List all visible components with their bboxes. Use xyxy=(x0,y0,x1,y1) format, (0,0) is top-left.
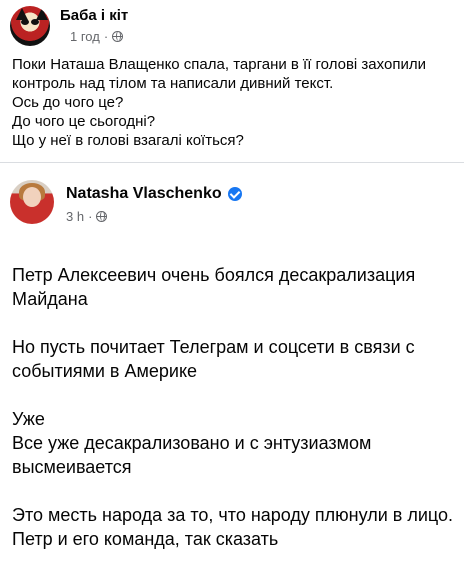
meta-separator: · xyxy=(103,29,109,44)
globe-icon[interactable] xyxy=(112,31,124,42)
outer-post-line: Що у неї в голові взагалі коїться? xyxy=(12,132,244,149)
outer-post-line: Ось до чого це? xyxy=(12,94,124,111)
outer-post-header: Баба і кіт 1 год · xyxy=(10,6,450,46)
shared-author-label[interactable]: Natasha Vlaschenko xyxy=(66,185,222,203)
cat-ear xyxy=(36,8,48,20)
meta-separator: · xyxy=(88,209,93,224)
cat-mouth xyxy=(24,30,36,38)
shared-post-meta: 3 h · xyxy=(66,209,108,224)
globe-icon[interactable] xyxy=(96,211,108,222)
shared-post-paragraph: Петр Алексеевич очень боялся десакрализа… xyxy=(12,265,416,309)
outer-post-meta: 1 год · xyxy=(70,29,124,44)
outer-post-line: До чого це сьогодні? xyxy=(12,113,156,130)
shared-post-paragraph: Но пусть почитает Телеграм и соцсети в с… xyxy=(12,337,415,381)
shared-post-card[interactable]: Natasha Vlaschenko 3 h · Петр Алексеевич… xyxy=(0,162,464,549)
shared-post-paragraph: Это месть народа за то, что народу плюну… xyxy=(12,505,454,549)
shared-post-timestamp[interactable]: 3 h xyxy=(66,209,84,224)
page-avatar[interactable] xyxy=(10,6,50,46)
post-timestamp[interactable]: 1 год xyxy=(70,29,100,44)
author-avatar[interactable] xyxy=(10,180,54,224)
shared-post-text: Петр Алексеевич очень боялся десакрализа… xyxy=(12,263,460,575)
shared-post-paragraph: Уже Все уже десакрализовано и с энтузиаз… xyxy=(12,409,372,477)
cat-eye xyxy=(21,19,29,25)
shared-author-name[interactable]: Natasha Vlaschenko xyxy=(66,185,242,203)
page-name-link[interactable]: Баба і кіт xyxy=(60,7,128,24)
avatar-face xyxy=(23,187,41,207)
verified-badge-icon xyxy=(227,187,242,201)
outer-post-line: контроль над тілом та написали дивний те… xyxy=(12,75,334,92)
outer-post-line: Поки Наташа Влащенко спала, таргани в її… xyxy=(12,56,426,73)
outer-post-text: Поки Наташа Влащенко спала, таргани в її… xyxy=(12,55,452,150)
cat-eye xyxy=(31,19,39,25)
